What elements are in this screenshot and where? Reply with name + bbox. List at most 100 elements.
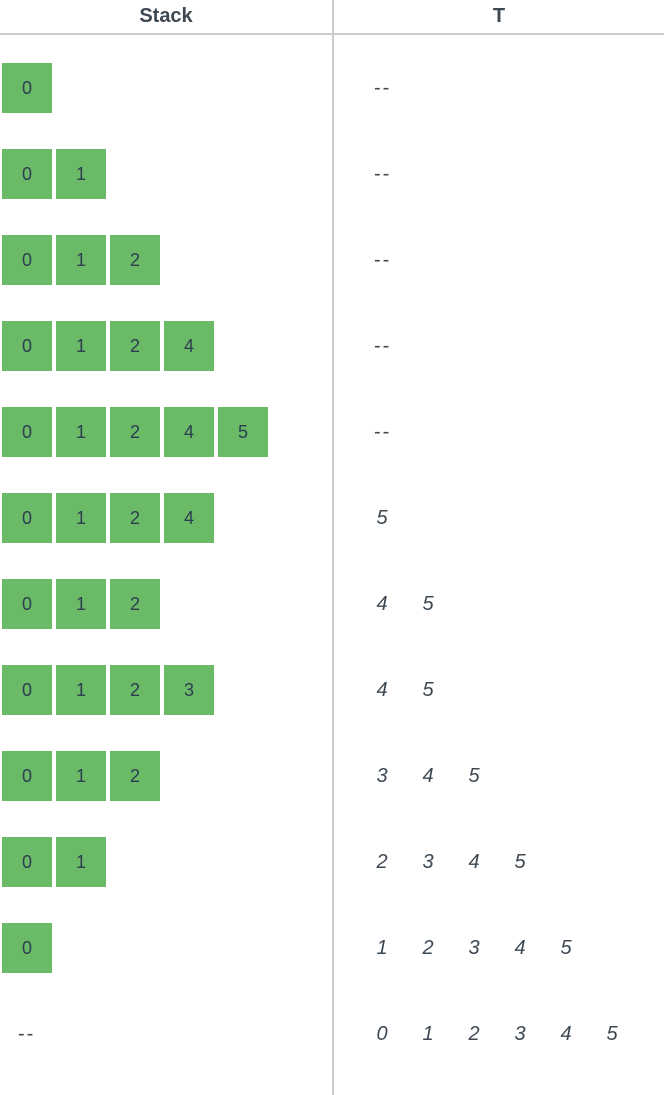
t-row: -- xyxy=(334,407,664,493)
t-cells: 2 3 4 5 xyxy=(374,837,528,887)
t-value: 2 xyxy=(374,851,390,874)
stack-cell: 0 xyxy=(2,149,52,199)
stack-cell: 0 xyxy=(2,407,52,457)
stack-cell: 1 xyxy=(56,579,106,629)
t-row: 345 xyxy=(334,751,664,837)
stack-cells: 012 xyxy=(2,235,160,285)
t-empty: -- xyxy=(374,421,391,444)
t-value: 3 xyxy=(512,1023,528,1046)
t-row: 45 xyxy=(334,665,664,751)
t-empty: -- xyxy=(374,335,391,358)
t-value: 5 xyxy=(604,1023,620,1046)
stack-cells: 0 xyxy=(2,63,52,113)
t-value: 3 xyxy=(374,765,390,788)
stack-row: 0 xyxy=(0,923,332,1009)
t-cells: -- xyxy=(374,235,391,285)
stack-cell: 0 xyxy=(2,235,52,285)
stack-cells: 0123 xyxy=(2,665,214,715)
stack-row: 01 xyxy=(0,149,332,235)
stack-cells: 01 xyxy=(2,149,106,199)
stack-cells: 0 xyxy=(2,923,52,973)
stack-row: 01245 xyxy=(0,407,332,493)
t-cells: -- xyxy=(374,407,391,457)
t-value: 4 xyxy=(512,937,528,960)
t-cells: 45 xyxy=(374,665,436,715)
stack-empty: -- xyxy=(2,1009,35,1059)
t-value: 4 xyxy=(466,851,482,874)
stack-cell: 1 xyxy=(56,235,106,285)
t-cells: 12345 xyxy=(374,923,574,973)
t-value: 3 xyxy=(466,937,482,960)
t-row: 2 3 4 5 xyxy=(334,837,664,923)
t-value: 5 xyxy=(558,937,574,960)
t-row: 5 xyxy=(334,493,664,579)
t-empty: -- xyxy=(374,77,391,100)
t-value: 5 xyxy=(512,851,528,874)
stack-cell: 0 xyxy=(2,751,52,801)
t-cells: -- xyxy=(374,321,391,371)
t-row: -- xyxy=(334,63,664,149)
stack-cell: 0 xyxy=(2,837,52,887)
stack-cell: 2 xyxy=(110,665,160,715)
t-empty: -- xyxy=(374,249,391,272)
stack-cell: 0 xyxy=(2,321,52,371)
stack-row: 012 xyxy=(0,235,332,321)
stack-t-diagram: Stack 00101201240124501240120123012010--… xyxy=(0,0,664,1095)
t-row: -- xyxy=(334,149,664,235)
stack-cell: 4 xyxy=(164,407,214,457)
stack-row: 0124 xyxy=(0,321,332,407)
stack-row: -- xyxy=(0,1009,332,1095)
stack-cell: 5 xyxy=(218,407,268,457)
t-row: -- xyxy=(334,235,664,321)
t-value: 5 xyxy=(466,765,482,788)
stack-cell: 0 xyxy=(2,579,52,629)
t-rows: ----------54545345234512345012345 xyxy=(334,35,664,1095)
t-value: 4 xyxy=(374,593,390,616)
t-value: 5 xyxy=(374,507,390,530)
stack-cells: 012 xyxy=(2,579,160,629)
stack-cell: 2 xyxy=(110,321,160,371)
stack-cell: 1 xyxy=(56,407,106,457)
t-value: 2 xyxy=(466,1023,482,1046)
stack-cell: 2 xyxy=(110,579,160,629)
t-row: 45 xyxy=(334,579,664,665)
stack-cell: 4 xyxy=(164,493,214,543)
stack-cell: 1 xyxy=(56,665,106,715)
stack-cell: 0 xyxy=(2,923,52,973)
t-row: 012345 xyxy=(334,1009,664,1095)
t-cells: 012345 xyxy=(374,1009,620,1059)
stack-cells: 012 xyxy=(2,751,160,801)
t-cells: 345 xyxy=(374,751,482,801)
stack-row: 01 xyxy=(0,837,332,923)
stack-header: Stack xyxy=(0,0,332,35)
stack-cell: 2 xyxy=(110,235,160,285)
stack-cell: 0 xyxy=(2,63,52,113)
stack-row: 012 xyxy=(0,579,332,665)
t-value: 2 xyxy=(420,937,436,960)
t-row: -- xyxy=(334,321,664,407)
t-value: 3 xyxy=(420,851,436,874)
t-value: 5 xyxy=(420,679,436,702)
t-value: 4 xyxy=(374,679,390,702)
stack-cell: 2 xyxy=(110,493,160,543)
t-header: T xyxy=(334,0,664,35)
t-row: 12345 xyxy=(334,923,664,1009)
stack-cell: 1 xyxy=(56,149,106,199)
t-value: 5 xyxy=(420,593,436,616)
t-empty: -- xyxy=(374,163,391,186)
stack-cell: 0 xyxy=(2,665,52,715)
t-cells: 5 xyxy=(374,493,390,543)
t-value: 4 xyxy=(558,1023,574,1046)
t-cells: -- xyxy=(374,63,391,113)
stack-column: Stack 00101201240124501240120123012010-- xyxy=(0,0,332,1095)
t-cells: 45 xyxy=(374,579,436,629)
stack-cells: 01 xyxy=(2,837,106,887)
stack-cell: 4 xyxy=(164,321,214,371)
stack-cell: 1 xyxy=(56,837,106,887)
stack-cell: 0 xyxy=(2,493,52,543)
t-value: 0 xyxy=(374,1023,390,1046)
stack-cell: 1 xyxy=(56,751,106,801)
stack-cell: 1 xyxy=(56,493,106,543)
stack-cell: 2 xyxy=(110,751,160,801)
t-cells: -- xyxy=(374,149,391,199)
